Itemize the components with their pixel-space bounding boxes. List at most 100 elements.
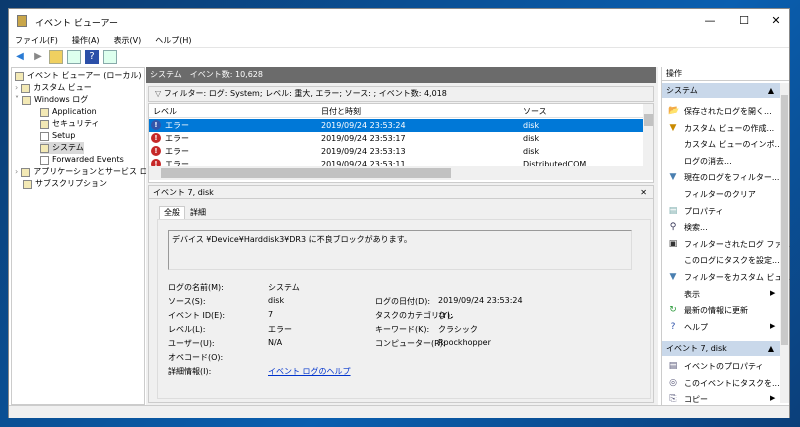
help-icon[interactable]: ?	[85, 49, 99, 64]
error-icon: !	[151, 120, 161, 130]
tree-item-app-service-logs[interactable]: › アプリケーションとサービス ログ	[15, 166, 156, 178]
log-name-label: ログの名前(M):	[168, 283, 224, 292]
log-header: システム イベント数: 10,628	[146, 67, 656, 83]
action-item[interactable]: このログにタスクを設定...	[684, 255, 780, 266]
close-details-icon[interactable]: ✕	[640, 186, 647, 199]
tab-details[interactable]: 詳細	[186, 207, 210, 219]
menu-file[interactable]: ファイル(F)	[15, 35, 58, 46]
center-pane: システム イベント数: 10,628 ▽ フィルター: ログ: System; …	[146, 67, 658, 405]
action-item[interactable]: ヘルプ	[684, 322, 708, 333]
save-icon: ▣	[668, 238, 678, 249]
tree-item-subscriptions[interactable]: サブスクリプション	[23, 178, 107, 190]
up-folder-icon[interactable]	[49, 49, 63, 64]
event-description[interactable]: デバイス ¥Device¥Harddisk3¥DR3 に不良ブロックがあります。	[168, 230, 632, 270]
tree-item-windows-logs[interactable]: ˅ Windows ログ	[15, 94, 88, 106]
error-icon: !	[151, 133, 161, 143]
refresh-icon: ↻	[669, 305, 677, 316]
user-value: N/A	[268, 338, 283, 347]
show-hide-action-icon[interactable]	[103, 49, 117, 64]
action-item[interactable]: イベントのプロパティ	[684, 361, 764, 372]
level-label: レベル(L):	[168, 325, 206, 334]
menu-help[interactable]: ヘルプ(H)	[155, 35, 191, 46]
menu-action[interactable]: 操作(A)	[72, 35, 100, 46]
computer-value: Rpockhopper	[438, 338, 491, 347]
action-item[interactable]: このイベントにタスクを...	[684, 378, 780, 389]
properties-icon: ▤	[668, 205, 678, 216]
tree-item-setup[interactable]: Setup	[40, 130, 75, 142]
event-log-help-link[interactable]: イベント ログのヘルプ	[268, 366, 351, 377]
tab-general[interactable]: 全般	[159, 206, 185, 219]
app-icon	[17, 15, 27, 27]
tree-item-forwarded-events[interactable]: Forwarded Events	[40, 154, 124, 166]
close-button[interactable]: ✕	[761, 13, 791, 29]
navigation-tree: イベント ビューアー (ローカル) › カスタム ビュー ˅ Windows ログ …	[11, 67, 156, 405]
action-item[interactable]: 最新の情報に更新	[684, 305, 748, 316]
forward-icon[interactable]: ▶	[31, 50, 45, 64]
column-source[interactable]: ソース	[523, 106, 547, 117]
error-icon: !	[151, 146, 161, 156]
action-item[interactable]: 現在のログをフィルター...	[684, 172, 779, 183]
actions-pane: 操作 システム ▲ 📂 保存されたログを開く... ▼ カスタム ビューの作成... カス…	[661, 67, 790, 405]
action-item[interactable]: 検索...	[684, 222, 708, 233]
tree-item-root[interactable]: イベント ビューアー (ローカル)	[15, 70, 142, 82]
menu-view[interactable]: 表示(V)	[114, 35, 142, 46]
source-label: ソース(S):	[168, 297, 206, 306]
more-info-label: 詳細情報(I):	[168, 367, 212, 376]
table-row[interactable]: ! エラー 2019/09/24 23:53:13 disk	[149, 145, 643, 158]
filter-icon: ▼	[669, 172, 677, 183]
event-properties-icon: ▤	[668, 361, 678, 371]
tree-item-security[interactable]: セキュリティ	[40, 118, 100, 130]
list-header: レベル 日付と時刻 ソース	[149, 104, 643, 118]
maximize-button[interactable]: ☐	[729, 13, 759, 29]
column-date[interactable]: 日付と時刻	[321, 106, 361, 117]
minimize-button[interactable]: —	[695, 13, 725, 29]
logged-value: 2019/09/24 23:53:24	[438, 296, 523, 305]
actions-title: 操作	[662, 67, 789, 81]
action-item[interactable]: コピー	[684, 394, 708, 405]
actions-scrollbar[interactable]	[780, 83, 789, 403]
opcode-label: オペコード(O):	[168, 353, 224, 362]
action-item[interactable]: 表示	[684, 289, 700, 300]
log-name-value: システム	[268, 283, 300, 292]
vertical-scrollbar[interactable]	[643, 104, 653, 170]
task-category-value: なし	[438, 311, 454, 320]
filter-icon: ▽	[155, 89, 164, 98]
column-level[interactable]: レベル	[153, 106, 177, 117]
table-row[interactable]: ! エラー 2019/09/24 23:53:24 disk	[149, 119, 643, 132]
title-bar: イベント ビューアー — ☐ ✕	[9, 9, 789, 33]
copy-icon: ⎘	[669, 394, 677, 405]
table-row[interactable]: ! エラー 2019/09/24 23:53:17 disk	[149, 132, 643, 145]
show-hide-tree-icon[interactable]	[67, 49, 81, 64]
help-icon: ?	[670, 321, 676, 332]
attach-task-icon: ◎	[669, 377, 677, 388]
action-item[interactable]: フィルターをカスタム ビュ...	[684, 272, 790, 283]
submenu-arrow-icon: ▶	[770, 321, 776, 330]
action-item[interactable]: カスタム ビューの作成...	[684, 123, 774, 134]
table-row[interactable]: ! エラー 2019/09/24 23:53:11 DistributedCOM	[149, 158, 643, 166]
event-id-value: 7	[268, 310, 274, 319]
action-item[interactable]: ログの消去...	[684, 156, 732, 167]
action-item[interactable]: フィルターされたログ ファ...	[684, 239, 790, 250]
section-event[interactable]: イベント 7, disk ▲	[662, 341, 780, 356]
action-item[interactable]: カスタム ビューのインポ...	[684, 139, 782, 150]
back-icon[interactable]: ◀	[13, 50, 27, 64]
tree-item-application[interactable]: Application	[40, 106, 97, 118]
status-bar	[9, 405, 789, 418]
event-viewer-window: イベント ビューアー — ☐ ✕ ファイル(F) 操作(A) 表示(V) ヘルプ…	[8, 8, 790, 418]
level-value: エラー	[268, 325, 292, 334]
action-item[interactable]: フィルターのクリア	[684, 189, 756, 200]
horizontal-scrollbar[interactable]	[149, 166, 653, 180]
details-header: イベント 7, disk ✕	[149, 186, 653, 199]
menu-bar: ファイル(F) 操作(A) 表示(V) ヘルプ(H)	[9, 33, 789, 47]
event-list: レベル 日付と時刻 ソース ! エラー 2019/09/24 23:53:24 dis…	[148, 103, 654, 183]
action-item[interactable]: プロパティ	[684, 206, 724, 217]
tree-item-custom-views[interactable]: › カスタム ビュー	[15, 82, 92, 94]
tree-item-system[interactable]: システム	[40, 142, 84, 154]
section-system[interactable]: システム ▲	[662, 83, 780, 98]
source-value: disk	[268, 296, 285, 305]
filter-bar: ▽ フィルター: ログ: System; レベル: 重大, エラー; ソース: …	[148, 86, 654, 102]
action-item[interactable]: 保存されたログを開く...	[684, 106, 772, 117]
error-icon: !	[151, 159, 161, 166]
keywords-label: キーワード(K):	[375, 325, 430, 334]
folder-open-icon: 📂	[668, 106, 680, 116]
